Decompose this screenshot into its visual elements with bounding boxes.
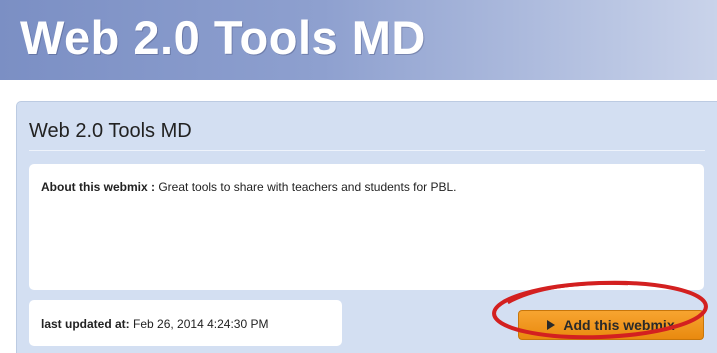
- add-webmix-button[interactable]: Add this webmix: [518, 310, 704, 340]
- last-updated-label: last updated at:: [41, 317, 130, 331]
- webmix-title: Web 2.0 Tools MD: [29, 120, 192, 142]
- play-icon: [547, 320, 556, 330]
- last-updated-value: Feb 26, 2014 4:24:30 PM: [133, 317, 269, 331]
- about-label: About this webmix :: [41, 180, 155, 194]
- site-title: Web 2.0 Tools MD: [20, 11, 426, 64]
- last-updated: last updated at: Feb 26, 2014 4:24:30 PM: [41, 317, 268, 331]
- about-description: About this webmix : Great tools to share…: [41, 180, 457, 194]
- header-banner: Web 2.0 Tools MD: [0, 0, 717, 80]
- add-webmix-label: Add this webmix: [563, 317, 675, 333]
- about-text: Great tools to share with teachers and s…: [158, 180, 457, 194]
- divider: [29, 150, 705, 151]
- last-updated-box: last updated at: Feb 26, 2014 4:24:30 PM: [29, 300, 342, 346]
- about-box: About this webmix : Great tools to share…: [29, 164, 704, 290]
- webmix-panel: Web 2.0 Tools MD About this webmix : Gre…: [16, 101, 717, 353]
